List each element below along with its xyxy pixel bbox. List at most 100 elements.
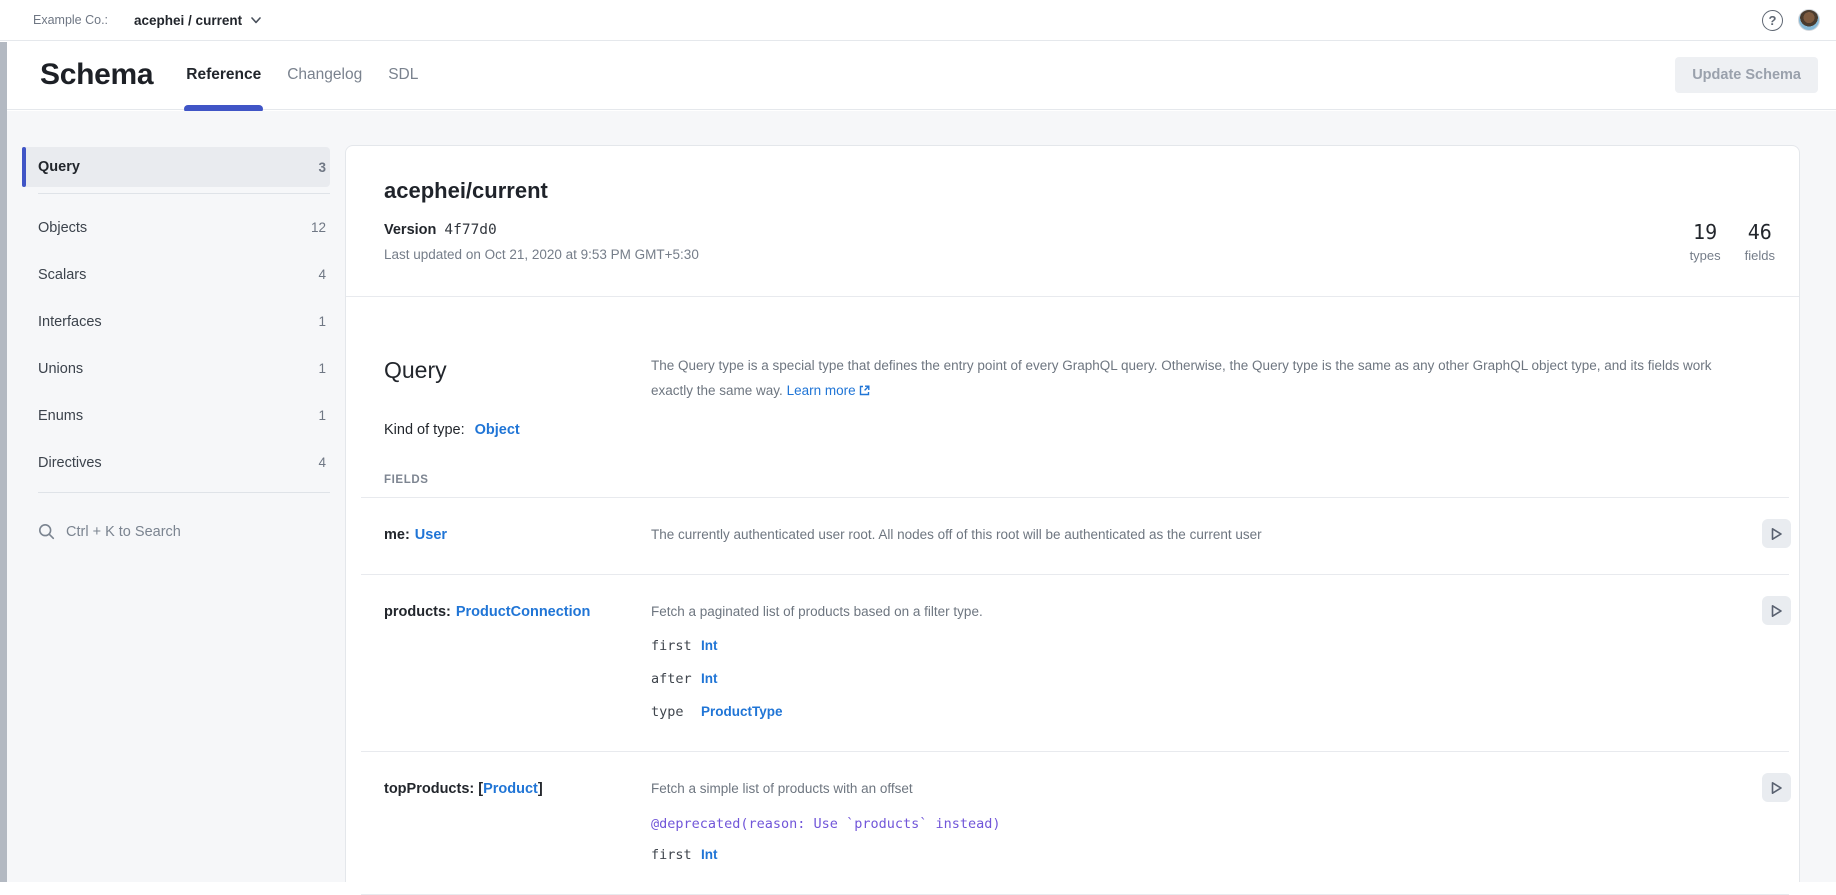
stat-types: 19 types xyxy=(1690,220,1721,263)
graph-selector[interactable]: acephei / current xyxy=(134,13,261,28)
arg-name: first xyxy=(651,637,701,655)
field-details: Fetch a paginated list of products based… xyxy=(651,603,1729,721)
field-name: products: ProductConnection xyxy=(384,603,651,721)
sidebar-item-label: Interfaces xyxy=(38,314,102,330)
field-description: Fetch a paginated list of products based… xyxy=(651,603,1701,621)
arg-name: after xyxy=(651,670,701,688)
field-row-me: me: User The currently authenticated user… xyxy=(346,498,1799,574)
external-link-icon xyxy=(859,385,870,396)
version-line: Version 4f77d0 xyxy=(384,222,1761,238)
stat-types-label: types xyxy=(1690,248,1721,263)
run-query-button[interactable] xyxy=(1762,596,1791,625)
field-args: first Int after Int type ProductType xyxy=(651,637,1729,721)
run-query-button[interactable] xyxy=(1762,773,1791,802)
sidebar-item-label: Scalars xyxy=(38,267,86,283)
left-scrollbar[interactable] xyxy=(0,42,7,882)
type-header-row: Query The Query type is a special type t… xyxy=(346,353,1799,403)
sidebar-divider xyxy=(38,193,330,194)
sidebar-item-unions[interactable]: Unions 1 xyxy=(22,345,330,392)
field-args: first Int xyxy=(651,846,1729,864)
sidebar-item-count: 3 xyxy=(318,160,326,175)
sidebar-item-count: 4 xyxy=(318,455,326,470)
help-icon-glyph: ? xyxy=(1769,13,1777,28)
stat-types-value: 19 xyxy=(1690,220,1721,244)
arg-type-link[interactable]: Int xyxy=(701,846,1729,864)
arg-type-link[interactable]: ProductType xyxy=(701,703,1729,721)
page-title: Schema xyxy=(40,58,153,92)
field-row-topproducts: topProducts: [Product] Fetch a simple li… xyxy=(346,752,1799,894)
stat-fields-label: fields xyxy=(1745,248,1775,263)
arg-name: first xyxy=(651,846,701,864)
topbar-right: ? xyxy=(1762,9,1820,31)
field-name-text: topProducts: [ xyxy=(384,781,483,797)
org-label: Example Co.: xyxy=(33,13,108,27)
search-icon xyxy=(38,523,55,540)
type-name: Query xyxy=(384,357,651,403)
kind-label: Kind of type: xyxy=(384,422,465,438)
graph-selector-label: acephei / current xyxy=(134,13,242,28)
field-type-link[interactable]: Product xyxy=(483,781,538,797)
arg-name: type xyxy=(651,703,701,721)
field-name-text: me: xyxy=(384,527,410,543)
run-query-button[interactable] xyxy=(1762,519,1791,548)
sidebar-item-count: 4 xyxy=(318,267,326,282)
stat-fields: 46 fields xyxy=(1745,220,1775,263)
last-updated: Last updated on Oct 21, 2020 at 9:53 PM … xyxy=(384,247,1761,262)
schema-stats: 19 types 46 fields xyxy=(1690,220,1775,263)
avatar[interactable] xyxy=(1798,9,1820,31)
top-bar: Example Co.: acephei / current ? xyxy=(0,0,1836,41)
query-type-section: Query The Query type is a special type t… xyxy=(346,297,1799,895)
deprecated-annotation: @deprecated(reason: Use `products` inste… xyxy=(651,815,1729,833)
sidebar-item-query[interactable]: Query 3 xyxy=(22,147,330,187)
search-trigger[interactable]: Ctrl + K to Search xyxy=(22,503,330,540)
arg-type-link[interactable]: Int xyxy=(701,637,1729,655)
sidebar-item-label: Enums xyxy=(38,408,83,424)
field-description: The currently authenticated user root. A… xyxy=(651,526,1701,544)
fields-heading: FIELDS xyxy=(384,474,1761,497)
play-icon xyxy=(1770,527,1783,541)
arg-type-link[interactable]: Int xyxy=(701,670,1729,688)
tab-changelog[interactable]: Changelog xyxy=(287,41,362,109)
tab-reference[interactable]: Reference xyxy=(186,41,261,109)
sidebar-item-interfaces[interactable]: Interfaces 1 xyxy=(22,298,330,345)
sidebar-item-count: 1 xyxy=(318,361,326,376)
field-row-products: products: ProductConnection Fetch a pagin… xyxy=(346,575,1799,751)
field-name-text: products: xyxy=(384,604,451,620)
schema-reference-card: acephei/current Version 4f77d0 Last upda… xyxy=(345,145,1800,882)
help-icon[interactable]: ? xyxy=(1762,10,1783,31)
content-area: Query 3 Objects 12 Scalars 4 Interfaces … xyxy=(0,111,1836,882)
tab-sdl[interactable]: SDL xyxy=(388,41,418,109)
field-type-link[interactable]: ProductConnection xyxy=(456,604,591,620)
field-type-link[interactable]: User xyxy=(415,527,447,543)
learn-more-link[interactable]: Learn more xyxy=(787,383,870,398)
sidebar-divider xyxy=(38,492,330,493)
type-description: The Query type is a special type that de… xyxy=(651,353,1739,403)
sidebar-item-label: Unions xyxy=(38,361,83,377)
search-hint: Ctrl + K to Search xyxy=(66,524,181,540)
graph-title: acephei/current xyxy=(384,178,1761,204)
schema-type-sidebar: Query 3 Objects 12 Scalars 4 Interfaces … xyxy=(22,147,330,540)
play-icon xyxy=(1770,781,1783,795)
field-name: me: User xyxy=(384,526,651,544)
sidebar-item-directives[interactable]: Directives 4 xyxy=(22,439,330,486)
stat-fields-value: 46 xyxy=(1745,220,1775,244)
sidebar-item-label: Objects xyxy=(38,220,87,236)
field-name: topProducts: [Product] xyxy=(384,780,651,864)
page-header: Schema Reference Changelog SDL Update Sc… xyxy=(0,41,1836,110)
sidebar-item-label: Query xyxy=(38,159,80,175)
sidebar-item-objects[interactable]: Objects 12 xyxy=(22,204,330,251)
field-name-suffix: ] xyxy=(538,781,543,797)
learn-more-label: Learn more xyxy=(787,383,856,398)
field-description: Fetch a simple list of products with an … xyxy=(651,780,1701,798)
sidebar-item-count: 12 xyxy=(311,220,326,235)
update-schema-button[interactable]: Update Schema xyxy=(1675,57,1818,93)
sidebar-item-scalars[interactable]: Scalars 4 xyxy=(22,251,330,298)
play-icon xyxy=(1770,604,1783,618)
sidebar-item-count: 1 xyxy=(318,408,326,423)
graph-summary: acephei/current Version 4f77d0 Last upda… xyxy=(346,146,1799,296)
version-value: 4f77d0 xyxy=(444,222,496,238)
sidebar-item-enums[interactable]: Enums 1 xyxy=(22,392,330,439)
kind-of-type-line: Kind of type: Object xyxy=(346,422,1799,438)
chevron-down-icon xyxy=(251,17,261,24)
kind-value-link[interactable]: Object xyxy=(475,422,520,438)
